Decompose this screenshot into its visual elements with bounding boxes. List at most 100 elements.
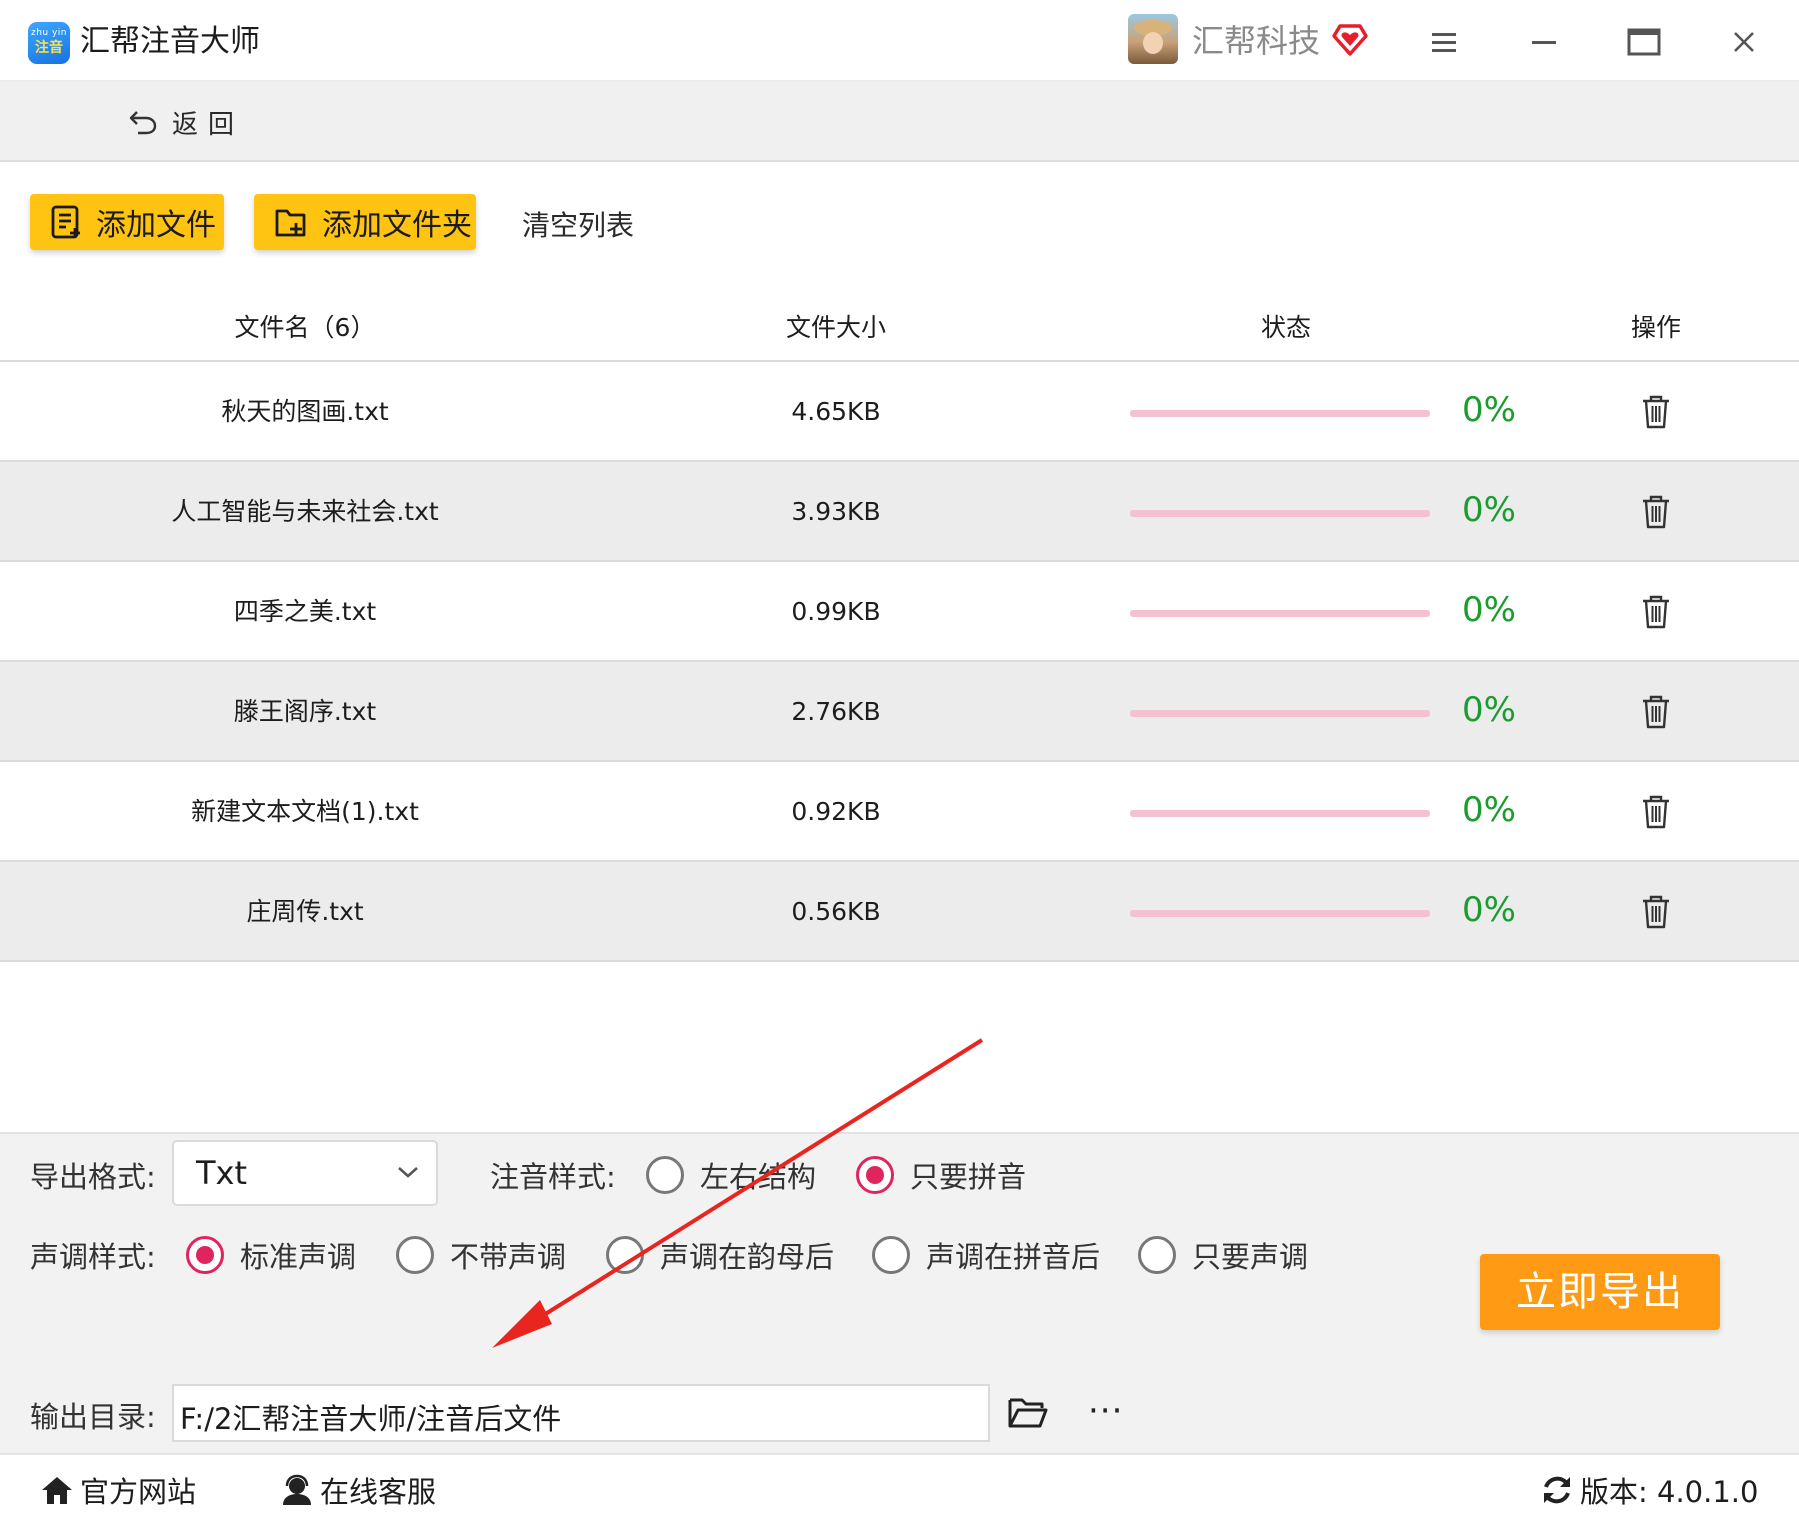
add-file-button[interactable]: 添加文件	[30, 194, 224, 250]
chevron-down-icon	[398, 1167, 418, 1178]
export-now-button[interactable]: 立即导出	[1480, 1254, 1720, 1330]
format-label: 导出格式:	[30, 1160, 156, 1194]
table-header: 文件名（6） 文件大小 状态 操作	[0, 290, 1799, 362]
trash-icon[interactable]	[1640, 894, 1672, 930]
version-info[interactable]: 版本: 4.0.1.0	[1540, 1469, 1758, 1511]
logo-top-text: zhu yin	[30, 28, 68, 38]
file-name: 四季之美.txt	[233, 597, 377, 626]
vip-diamond-heart-icon[interactable]	[1330, 18, 1370, 58]
progress-percent: 0%	[1462, 790, 1516, 830]
output-dir-label: 输出目录:	[30, 1400, 156, 1434]
radio-label[interactable]: 标准声调	[240, 1234, 356, 1276]
file-list-icon	[51, 205, 80, 239]
clear-list-button[interactable]: 清空列表	[522, 204, 634, 244]
radio-label[interactable]: 左右结构	[700, 1154, 816, 1196]
close-icon	[1734, 32, 1754, 52]
online-support-link[interactable]: 在线客服	[280, 1469, 436, 1511]
progress-percent: 0%	[1462, 890, 1516, 930]
file-name: 滕王阁序.txt	[233, 697, 377, 726]
table-row[interactable]: 新建文本文档(1).txt 0.92KB 0%	[0, 762, 1799, 862]
progress-bar	[1130, 410, 1430, 417]
refresh-icon	[1544, 1476, 1570, 1504]
maximize-icon	[1627, 28, 1661, 56]
progress-bar	[1130, 610, 1430, 617]
file-name: 秋天的图画.txt	[221, 397, 389, 426]
format-select[interactable]: Txt	[172, 1140, 438, 1206]
table-row[interactable]: 四季之美.txt 0.99KB 0%	[0, 562, 1799, 662]
close-button[interactable]	[1722, 20, 1766, 64]
radio-label[interactable]: 声调在韵母后	[660, 1234, 834, 1276]
back-label: 返回	[172, 109, 245, 140]
radio-button[interactable]	[872, 1236, 910, 1274]
add-folder-label: 添加文件夹	[322, 208, 472, 243]
radio-button[interactable]	[1138, 1236, 1176, 1274]
official-website-label: 官方网站	[80, 1475, 197, 1509]
undo-arrow-icon	[129, 111, 157, 135]
file-size: 0.92KB	[791, 797, 881, 826]
minimize-button[interactable]	[1522, 20, 1566, 64]
radio-label[interactable]: 只要拼音	[910, 1154, 1026, 1196]
user-name[interactable]: 汇帮科技	[1192, 20, 1320, 62]
add-file-label: 添加文件	[96, 208, 216, 243]
radio-button[interactable]	[186, 1236, 224, 1274]
table-row[interactable]: 秋天的图画.txt 4.65KB 0%	[0, 362, 1799, 462]
file-size: 3.93KB	[791, 497, 881, 526]
trash-icon[interactable]	[1640, 794, 1672, 830]
header-action: 操作	[1630, 313, 1682, 342]
app-logo-icon: zhu yin 注音	[28, 22, 70, 64]
table-row[interactable]: 人工智能与未来社会.txt 3.93KB 0%	[0, 462, 1799, 562]
progress-bar	[1130, 510, 1430, 517]
radio-label[interactable]: 只要声调	[1192, 1234, 1308, 1276]
back-button[interactable]: 返回	[128, 102, 244, 142]
radio-label[interactable]: 声调在拼音后	[926, 1234, 1100, 1276]
trash-icon[interactable]	[1640, 694, 1672, 730]
header-status: 状态	[1260, 313, 1312, 342]
radio-button[interactable]	[606, 1236, 644, 1274]
progress-bar	[1130, 810, 1430, 817]
file-name: 新建文本文档(1).txt	[191, 797, 419, 826]
folder-plus-icon	[275, 209, 306, 237]
home-icon	[42, 1477, 72, 1504]
app-title: 汇帮注音大师	[80, 24, 260, 59]
logo-bottom-text: 注音	[35, 40, 63, 56]
header-filesize: 文件大小	[785, 313, 887, 342]
version-label: 版本: 4.0.1.0	[1580, 1475, 1759, 1509]
folder-open-icon[interactable]	[1006, 1392, 1050, 1432]
minimize-icon	[1532, 41, 1556, 44]
header-filename: 文件名（6）	[234, 313, 376, 342]
user-avatar[interactable]	[1128, 14, 1178, 64]
radio-button[interactable]	[396, 1236, 434, 1274]
tone-style-label: 声调样式:	[30, 1240, 156, 1274]
trash-icon[interactable]	[1640, 594, 1672, 630]
hamburger-menu-icon	[1432, 33, 1456, 52]
footer-bar: 官方网站 在线客服 版本: 4.0.1.0	[0, 1453, 1799, 1519]
online-support-label: 在线客服	[320, 1475, 437, 1509]
format-value: Txt	[196, 1154, 248, 1192]
radio-label[interactable]: 不带声调	[450, 1234, 566, 1276]
add-folder-button[interactable]: 添加文件夹	[254, 194, 476, 250]
trash-icon[interactable]	[1640, 394, 1672, 430]
zhuyin-style-label: 注音样式:	[490, 1160, 616, 1194]
maximize-button[interactable]	[1622, 20, 1666, 64]
progress-bar	[1130, 910, 1430, 917]
file-size: 2.76KB	[791, 697, 881, 726]
radio-button[interactable]	[646, 1156, 684, 1194]
trash-icon[interactable]	[1640, 494, 1672, 530]
progress-percent: 0%	[1462, 690, 1516, 730]
file-size: 0.99KB	[791, 597, 881, 626]
output-path-field[interactable]: F:/2汇帮注音大师/注音后文件	[172, 1384, 990, 1442]
table-row[interactable]: 滕王阁序.txt 2.76KB 0%	[0, 662, 1799, 762]
progress-percent: 0%	[1462, 590, 1516, 630]
menu-button[interactable]	[1422, 20, 1466, 64]
progress-bar	[1130, 710, 1430, 717]
title-bar: zhu yin 注音 汇帮注音大师 汇帮科技	[0, 0, 1799, 82]
more-options-button[interactable]: ···	[1088, 1394, 1123, 1428]
radio-button[interactable]	[856, 1156, 894, 1194]
progress-percent: 0%	[1462, 490, 1516, 530]
file-name: 人工智能与未来社会.txt	[171, 497, 439, 526]
file-size: 0.56KB	[791, 897, 881, 926]
progress-percent: 0%	[1462, 390, 1516, 430]
output-path-value: F:/2汇帮注音大师/注音后文件	[180, 1402, 562, 1436]
official-website-link[interactable]: 官方网站	[40, 1469, 196, 1511]
table-row[interactable]: 庄周传.txt 0.56KB 0%	[0, 862, 1799, 962]
